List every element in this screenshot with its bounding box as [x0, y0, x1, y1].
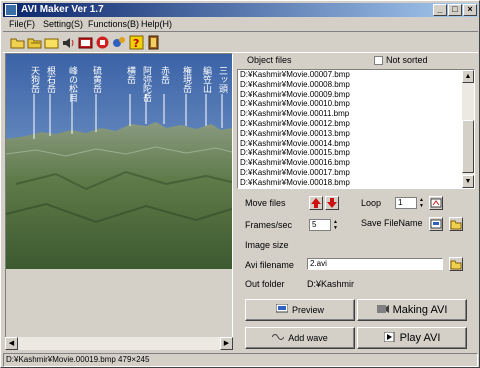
- frames-per-sec-label: Frames/sec: [245, 220, 293, 230]
- file-list-item[interactable]: D:¥Kashmir¥Movie.00016.bmp: [238, 158, 474, 168]
- peak-label: 根石岳: [45, 65, 56, 94]
- frames-spin-arrows-icon[interactable]: ▲ ▼: [331, 219, 340, 231]
- add-wave-label: Add wave: [288, 333, 328, 343]
- peak-label: 峰の松目: [67, 66, 78, 102]
- scroll-right-icon[interactable]: ▶: [220, 337, 233, 350]
- play-icon: [383, 329, 396, 343]
- question-icon[interactable]: ?: [129, 35, 144, 50]
- play-avi-label: Play AVI: [399, 332, 441, 344]
- file-list-item[interactable]: D:¥Kashmir¥Movie.00008.bmp: [238, 80, 474, 90]
- out-folder-value: D:¥Kashmir: [307, 279, 355, 289]
- not-sorted-checkbox[interactable]: [374, 56, 383, 65]
- loop-spin-arrows-icon[interactable]: ▲ ▼: [417, 197, 426, 209]
- control-panel: Object files Not sorted D:¥Kashmir¥Movie…: [237, 53, 477, 349]
- frames-spinner[interactable]: 5 ▲ ▼: [309, 219, 340, 231]
- open-file-icon[interactable]: [27, 35, 42, 50]
- file-list-item[interactable]: D:¥Kashmir¥Movie.00019.bmp: [238, 187, 474, 188]
- object-files-header: Object files: [247, 55, 292, 65]
- file-list-item[interactable]: D:¥Kashmir¥Movie.00013.bmp: [238, 129, 474, 139]
- peak-label: 赤岳: [159, 66, 170, 85]
- play-avi-button[interactable]: Play AVI: [357, 327, 467, 349]
- loop-value: 1: [398, 198, 403, 207]
- peak-label: 硫黄岳: [91, 65, 102, 94]
- file-list-item[interactable]: D:¥Kashmir¥Movie.00011.bmp: [238, 109, 474, 119]
- move-down-button[interactable]: [325, 196, 339, 210]
- loop-spinner[interactable]: 1 ▲ ▼: [395, 197, 426, 209]
- title-bar[interactable]: AVI Maker Ver 1.7 _ □ ×: [3, 3, 478, 17]
- out-folder-label: Out folder: [245, 279, 285, 289]
- menu-help[interactable]: Help(H): [141, 18, 172, 30]
- frames-value: 5: [312, 220, 317, 229]
- scroll-left-icon[interactable]: ◀: [5, 337, 18, 350]
- avi-filename-label: Avi filename: [245, 260, 294, 270]
- file-list-item[interactable]: D:¥Kashmir¥Movie.00018.bmp: [238, 178, 474, 188]
- scroll-up-icon[interactable]: ▲: [462, 70, 474, 83]
- peak-label: 天狗岳: [29, 66, 40, 94]
- menu-functions[interactable]: Functions(B): [88, 18, 139, 30]
- making-avi-label: Making AVI: [392, 304, 448, 316]
- save-filename-icon[interactable]: [429, 217, 443, 231]
- preview-image: 天狗岳 根石岳 峰の松目 硫黄岳 横岳 阿弥陀岳 赤岳 権現岳 編笠山 三ッ頭: [6, 54, 232, 269]
- file-list-items: D:¥Kashmir¥Movie.00007.bmp D:¥Kashmir¥Mov…: [238, 70, 474, 188]
- move-files-label: Move files: [245, 198, 286, 208]
- file-list-scrollbar[interactable]: ▲ ▼: [462, 70, 474, 188]
- exit-icon[interactable]: [146, 35, 161, 50]
- peak-label: 編笠山: [201, 65, 212, 93]
- preview-button[interactable]: Preview: [245, 299, 355, 321]
- menu-file[interactable]: File(F): [9, 18, 35, 30]
- peak-label: 阿弥陀岳: [141, 66, 152, 103]
- file-list-item[interactable]: D:¥Kashmir¥Movie.00014.bmp: [238, 139, 474, 149]
- peak-label: 三ッ頭: [217, 66, 228, 94]
- open-folder-button[interactable]: [449, 217, 463, 231]
- scroll-down-icon[interactable]: ▼: [462, 175, 474, 188]
- peak-label: 権現岳: [181, 65, 192, 94]
- close-button[interactable]: ×: [463, 4, 477, 16]
- file-list-item[interactable]: D:¥Kashmir¥Movie.00009.bmp: [238, 90, 474, 100]
- not-sorted-label: Not sorted: [386, 55, 428, 65]
- file-list[interactable]: D:¥Kashmir¥Movie.00007.bmp D:¥Kashmir¥Mov…: [237, 69, 475, 189]
- file-list-item[interactable]: D:¥Kashmir¥Movie.00012.bmp: [238, 119, 474, 129]
- viewer-horizontal-scrollbar[interactable]: ◀ ▶: [5, 337, 233, 350]
- stop-record-icon[interactable]: [95, 35, 110, 50]
- window-title: AVI Maker Ver 1.7: [21, 4, 104, 15]
- app-window: AVI Maker Ver 1.7 _ □ × File(F) Setting(…: [0, 0, 480, 368]
- file-list-item[interactable]: D:¥Kashmir¥Movie.00017.bmp: [238, 168, 474, 178]
- image-size-label: Image size: [245, 240, 289, 250]
- settings-icon[interactable]: [112, 35, 127, 50]
- video-icon[interactable]: [78, 35, 93, 50]
- status-bar: D:¥Kashmir¥Movie.00019.bmp 479×245: [3, 353, 478, 367]
- preview-icon: [275, 301, 289, 313]
- menu-setting[interactable]: Setting(S): [43, 18, 83, 30]
- menu-bar: File(F) Setting(S) Functions(B) Help(H): [3, 18, 478, 30]
- maximize-button[interactable]: □: [448, 4, 462, 16]
- browse-avi-folder-button[interactable]: [449, 257, 463, 271]
- app-icon: [5, 4, 17, 16]
- file-list-item[interactable]: D:¥Kashmir¥Movie.00010.bmp: [238, 99, 474, 109]
- avi-filename-input[interactable]: 2.avi: [307, 258, 443, 270]
- toolbar: ?: [3, 31, 478, 53]
- folder-icon[interactable]: [44, 35, 59, 50]
- status-text: D:¥Kashmir¥Movie.00019.bmp 479×245: [6, 355, 150, 364]
- minimize-button[interactable]: _: [433, 4, 447, 16]
- add-wave-icon: [271, 329, 285, 340]
- svg-text:?: ?: [133, 37, 139, 50]
- image-viewer: 天狗岳 根石岳 峰の松目 硫黄岳 横岳 阿弥陀岳 赤岳 権現岳 編笠山 三ッ頭: [5, 53, 233, 349]
- loop-settings-icon[interactable]: [429, 196, 443, 210]
- sound-icon[interactable]: [61, 35, 76, 50]
- save-filename-label: Save FileName: [361, 218, 423, 228]
- open-folder-icon[interactable]: [10, 35, 25, 50]
- making-avi-button[interactable]: Making AVI: [357, 299, 467, 321]
- move-up-button[interactable]: [309, 196, 323, 210]
- peak-label: 横岳: [125, 65, 136, 85]
- making-avi-icon: [376, 301, 389, 313]
- scroll-thumb[interactable]: [462, 120, 474, 173]
- add-wave-button[interactable]: Add wave: [245, 327, 355, 349]
- preview-label: Preview: [291, 305, 324, 315]
- file-list-item[interactable]: D:¥Kashmir¥Movie.00007.bmp: [238, 70, 474, 80]
- file-list-item[interactable]: D:¥Kashmir¥Movie.00015.bmp: [238, 148, 474, 158]
- loop-label: Loop: [361, 198, 382, 208]
